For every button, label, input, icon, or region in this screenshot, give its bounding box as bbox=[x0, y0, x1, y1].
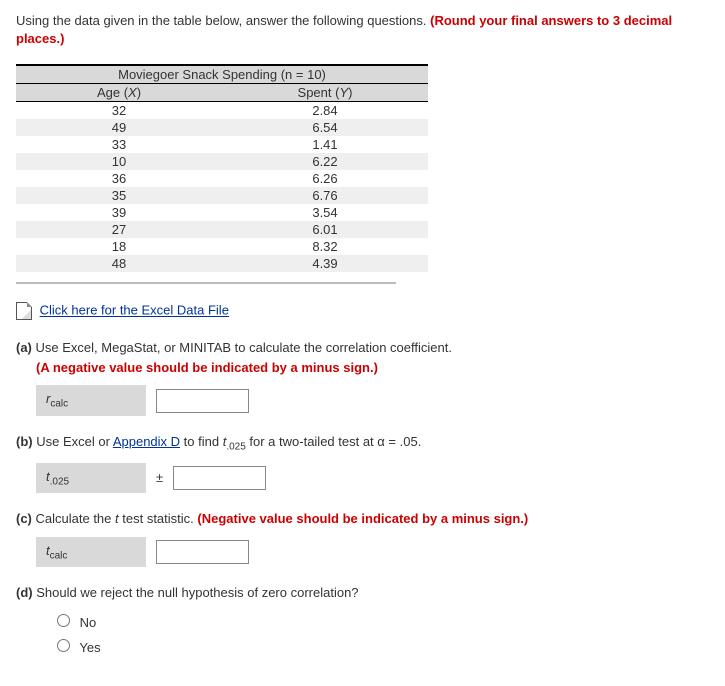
table-row: 322.84 bbox=[16, 102, 428, 120]
cell-spent: 2.84 bbox=[222, 102, 428, 120]
excel-data-link[interactable]: Click here for the Excel Data File bbox=[40, 303, 229, 318]
cell-age: 49 bbox=[16, 119, 222, 136]
qb-text-mid: to find bbox=[180, 434, 223, 449]
radio-yes-label[interactable]: Yes bbox=[52, 636, 709, 658]
q-label-b: (b) bbox=[16, 434, 33, 449]
qc-note: (Negative value should be indicated by a… bbox=[197, 511, 528, 526]
data-table: Moviegoer Snack Spending (n = 10) Age (X… bbox=[16, 64, 428, 272]
table-row: 106.22 bbox=[16, 153, 428, 170]
q-label-a: (a) bbox=[16, 340, 32, 355]
intro-text: Using the data given in the table below,… bbox=[16, 13, 426, 28]
qc-text-before: Calculate the bbox=[36, 511, 116, 526]
qd-text: Should we reject the null hypothesis of … bbox=[36, 585, 358, 600]
question-c: (c) Calculate the t test statistic. (Neg… bbox=[16, 509, 709, 567]
cell-spent: 6.01 bbox=[222, 221, 428, 238]
table-row: 331.41 bbox=[16, 136, 428, 153]
tcalc-input[interactable] bbox=[156, 540, 249, 564]
col-header-y: Spent (Y) bbox=[222, 84, 428, 102]
table-row: 188.32 bbox=[16, 238, 428, 255]
qa-text: Use Excel, MegaStat, or MINITAB to calcu… bbox=[36, 340, 452, 355]
cell-age: 39 bbox=[16, 204, 222, 221]
col-header-x: Age (X) bbox=[16, 84, 222, 102]
question-intro: Using the data given in the table below,… bbox=[16, 12, 709, 48]
plus-minus-sign: ± bbox=[156, 468, 163, 488]
cell-age: 33 bbox=[16, 136, 222, 153]
cell-age: 10 bbox=[16, 153, 222, 170]
table-row: 366.26 bbox=[16, 170, 428, 187]
appendix-link[interactable]: Appendix D bbox=[113, 434, 180, 449]
t025-input[interactable] bbox=[173, 466, 266, 490]
q-label-c: (c) bbox=[16, 511, 32, 526]
table-row: 484.39 bbox=[16, 255, 428, 272]
table-title: Moviegoer Snack Spending (n = 10) bbox=[16, 65, 428, 84]
cell-age: 18 bbox=[16, 238, 222, 255]
question-d: (d) Should we reject the null hypothesis… bbox=[16, 583, 709, 658]
qb-text-before: Use Excel or bbox=[36, 434, 113, 449]
table-row: 276.01 bbox=[16, 221, 428, 238]
tcalc-label: tcalc bbox=[36, 537, 146, 568]
radio-no-label[interactable]: No bbox=[52, 611, 709, 633]
qb-text-after: for a two-tailed test at α = .05. bbox=[246, 434, 422, 449]
radio-no[interactable] bbox=[57, 614, 70, 627]
table-row: 356.76 bbox=[16, 187, 428, 204]
cell-spent: 6.22 bbox=[222, 153, 428, 170]
cell-age: 27 bbox=[16, 221, 222, 238]
excel-link-row: Click here for the Excel Data File bbox=[16, 302, 709, 320]
q-label-d: (d) bbox=[16, 585, 33, 600]
cell-spent: 6.54 bbox=[222, 119, 428, 136]
qc-text-after: test statistic. bbox=[119, 511, 194, 526]
cell-age: 32 bbox=[16, 102, 222, 120]
cell-spent: 6.26 bbox=[222, 170, 428, 187]
question-b: (b) Use Excel or Appendix D to find t.02… bbox=[16, 432, 709, 493]
table-row: 393.54 bbox=[16, 204, 428, 221]
cell-spent: 1.41 bbox=[222, 136, 428, 153]
cell-spent: 6.76 bbox=[222, 187, 428, 204]
cell-spent: 3.54 bbox=[222, 204, 428, 221]
table-row: 496.54 bbox=[16, 119, 428, 136]
cell-age: 35 bbox=[16, 187, 222, 204]
separator-rule bbox=[16, 282, 396, 284]
cell-age: 36 bbox=[16, 170, 222, 187]
cell-spent: 8.32 bbox=[222, 238, 428, 255]
qa-note: (A negative value should be indicated by… bbox=[16, 360, 378, 375]
rcalc-label: rcalc bbox=[36, 385, 146, 416]
file-icon bbox=[16, 302, 32, 320]
cell-age: 48 bbox=[16, 255, 222, 272]
question-a: (a) Use Excel, MegaStat, or MINITAB to c… bbox=[16, 338, 709, 416]
cell-spent: 4.39 bbox=[222, 255, 428, 272]
radio-yes[interactable] bbox=[57, 639, 70, 652]
rcalc-input[interactable] bbox=[156, 389, 249, 413]
t025-label: t.025 bbox=[36, 463, 146, 494]
qb-tsub: .025 bbox=[226, 442, 245, 453]
